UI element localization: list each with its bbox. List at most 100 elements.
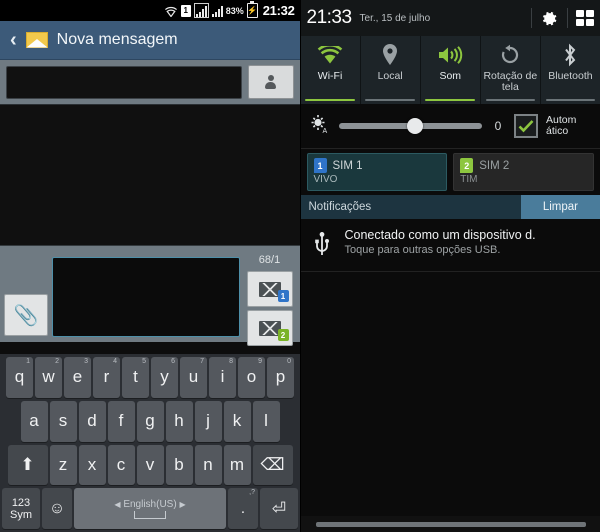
key-g[interactable]: g — [136, 400, 164, 442]
key-a[interactable]: a — [20, 400, 48, 442]
emoji-smiley-icon[interactable]: ☺ — [42, 488, 72, 529]
page-title: Nova mensagem — [56, 31, 178, 48]
grid-cell — [576, 10, 584, 17]
quick-toggle-label: Wi-Fi — [317, 70, 343, 82]
contacts-picker-button[interactable] — [247, 65, 294, 99]
keyboard-row-4: 123 Sym ☺ ◀ English(US) ▶ ,? . ⏎ — [2, 488, 298, 529]
next-language-arrow[interactable]: ▶ — [179, 500, 185, 509]
key-x[interactable]: x — [78, 444, 106, 486]
notification-shade-panel: 21:33 Ter., 15 de julho Wi-Fi Local Som … — [299, 0, 600, 532]
key-sup: 1 — [26, 358, 30, 365]
key-v[interactable]: v — [136, 444, 164, 486]
sim2-chip-icon: 2 — [460, 158, 474, 173]
key-m[interactable]: m — [223, 444, 251, 486]
quick-toggle-wifi[interactable]: Wi-Fi — [301, 36, 361, 104]
key-label: y — [160, 367, 169, 387]
sms-composer-panel: 1 83% ⚡ 21:32 ‹ Nova mensagem 📎 68/1 1 2… — [0, 0, 300, 532]
message-composer: 📎 68/1 1 2 — [0, 246, 300, 346]
key-t[interactable]: 5t — [122, 357, 149, 398]
message-input[interactable] — [52, 257, 240, 337]
send-sim2-button[interactable]: 2 — [246, 310, 293, 346]
notifications-header: Notificações Limpar — [300, 195, 600, 219]
sym-bottom-label: Sym — [10, 508, 32, 521]
grid-cell — [586, 19, 594, 26]
key-sup: 9 — [258, 358, 262, 365]
key-e[interactable]: 3e — [64, 357, 91, 398]
recipient-input[interactable] — [6, 65, 242, 99]
quick-settings-grid-icon[interactable] — [576, 10, 594, 26]
toggle-state-bar — [425, 98, 476, 101]
shade-date: Ter., 15 de julho — [359, 12, 431, 24]
key-i[interactable]: 8i — [209, 357, 236, 398]
key-f[interactable]: f — [107, 400, 135, 442]
screenshot-root: 1 83% ⚡ 21:32 ‹ Nova mensagem 📎 68/1 1 2… — [0, 0, 600, 532]
sim2-carrier: TIM — [460, 174, 478, 185]
gear-icon[interactable] — [540, 9, 559, 28]
key-d[interactable]: d — [78, 400, 106, 442]
key-o[interactable]: 9o — [238, 357, 265, 398]
notifications-title: Notificações — [308, 201, 372, 213]
key-u[interactable]: 7u — [180, 357, 207, 398]
key-k[interactable]: k — [223, 400, 251, 442]
sim-card-1[interactable]: 1 SIM 1 VIVO — [306, 153, 448, 191]
key-label: r — [103, 367, 110, 387]
sound-speaker-icon — [437, 42, 463, 68]
brightness-value: 0 — [494, 119, 502, 133]
handle-bar — [315, 521, 586, 527]
key-r[interactable]: 4r — [93, 357, 120, 398]
shift-arrow-icon[interactable]: ⬆ — [7, 444, 48, 486]
quick-toggle-label: Local — [377, 70, 403, 82]
key-b[interactable]: b — [165, 444, 193, 486]
prev-language-arrow[interactable]: ◀ — [114, 500, 120, 509]
key-j[interactable]: j — [194, 400, 222, 442]
sim2-name: SIM 2 — [479, 159, 510, 172]
shade-clock[interactable]: 21:33 — [307, 7, 353, 29]
space-inner: ◀ English(US) ▶ — [114, 498, 186, 519]
space-key[interactable]: ◀ English(US) ▶ — [74, 488, 226, 529]
symbols-key[interactable]: 123 Sym — [2, 488, 40, 529]
auto-brightness-checkbox[interactable] — [514, 114, 538, 138]
key-sup: 0 — [287, 358, 291, 365]
key-p[interactable]: 0p — [267, 357, 294, 398]
keyboard-row-3: ⬆ z x c v b n m ⌫ — [2, 444, 298, 486]
brightness-slider[interactable] — [338, 118, 482, 134]
signal-bars-icon — [211, 5, 223, 17]
send-sim1-button[interactable]: 1 — [246, 271, 293, 307]
key-h[interactable]: h — [165, 400, 193, 442]
period-label: . — [240, 500, 246, 518]
key-w[interactable]: 2w — [35, 357, 62, 398]
quick-toggle-screen-rotation[interactable]: Rotação de tela — [481, 36, 541, 104]
slider-knob[interactable] — [407, 118, 424, 134]
quick-toggle-bluetooth[interactable]: Bluetooth — [541, 36, 600, 104]
paperclip-icon[interactable]: 📎 — [4, 294, 48, 336]
sim1-chip-icon: 1 — [313, 158, 327, 173]
bluetooth-icon — [562, 42, 578, 68]
key-q[interactable]: 1q — [6, 357, 33, 398]
key-c[interactable]: c — [107, 444, 135, 486]
sim1-name: SIM 1 — [332, 159, 363, 172]
enter-return-icon[interactable]: ⏎ — [260, 488, 298, 529]
spacebar-glyph — [133, 510, 166, 519]
key-s[interactable]: s — [49, 400, 77, 442]
back-chevron-icon[interactable]: ‹ — [10, 30, 17, 50]
key-sup: 7 — [200, 358, 204, 365]
quick-toggle-location[interactable]: Local — [361, 36, 421, 104]
period-key[interactable]: ,? . — [228, 488, 258, 529]
quick-toggle-sound[interactable]: Som — [421, 36, 481, 104]
sim-card-2[interactable]: 2 SIM 2 TIM — [453, 153, 594, 191]
notification-subtitle: Toque para outras opções USB. — [344, 244, 501, 256]
language-label: English(US) — [123, 498, 177, 510]
shade-drag-handle[interactable] — [300, 516, 600, 532]
key-l[interactable]: l — [252, 400, 280, 442]
usb-icon — [305, 228, 339, 262]
key-sup: 4 — [113, 358, 117, 365]
backspace-icon[interactable]: ⌫ — [252, 444, 293, 486]
notification-item-usb[interactable]: Conectado como um dispositivo d. Toque p… — [300, 219, 600, 272]
brightness-row: A 0 Autom ático — [300, 104, 600, 149]
notification-title: Conectado como um dispositivo d. — [344, 228, 536, 242]
key-n[interactable]: n — [194, 444, 222, 486]
key-y[interactable]: 6y — [151, 357, 178, 398]
key-z[interactable]: z — [49, 444, 77, 486]
divider — [567, 8, 568, 28]
clear-notifications-button[interactable]: Limpar — [520, 195, 600, 219]
